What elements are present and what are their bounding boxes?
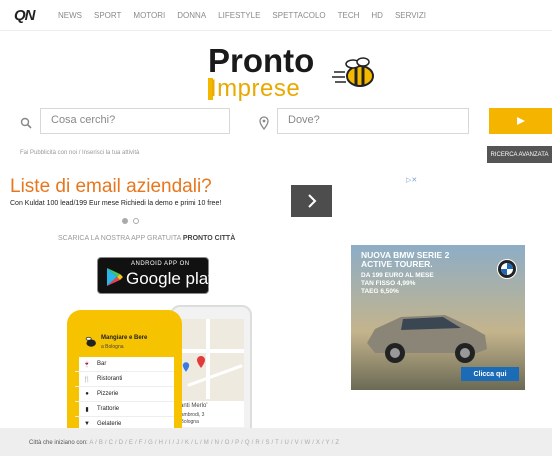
ad-carousel-dots <box>122 218 139 224</box>
search-icon <box>20 117 32 129</box>
pronto-imprese-logo[interactable]: Pronto Imprese <box>208 42 383 104</box>
map-preview: ranti Merlo' gambrodi, 3 i Bologna <box>176 319 244 427</box>
map-place-name: ranti Merlo' <box>178 403 208 409</box>
advanced-search-button[interactable]: RICERCA AVANZATA <box>487 146 552 163</box>
menu-item-trattorie: ▮ Trattorie <box>75 402 174 417</box>
nav-menu: NEWS SPORT MOTORI DONNA LIFESTYLE SPETTA… <box>58 11 426 20</box>
nav-item-donna[interactable]: DONNA <box>177 11 206 20</box>
app-download-text: SCARICA LA NOSTRA APP GRATUITA PRONTO CI… <box>58 235 235 242</box>
menu-item-label: Ristoranti <box>97 376 123 382</box>
google-play-badge[interactable]: ANDROID APP ON Google play <box>97 257 217 294</box>
app-header-title: Mangiare e Bere <box>101 335 148 341</box>
cities-alphabet-bar: Città che iniziano con: A / B / C / D / … <box>0 428 552 456</box>
top-nav-bar: QN NEWS SPORT MOTORI DONNA LIFESTYLE SPE… <box>0 0 552 31</box>
bmw-cta-button[interactable]: Clicca qui <box>461 367 519 381</box>
brand-subtitle: Imprese <box>210 75 301 102</box>
map-road <box>206 319 210 399</box>
ad-title[interactable]: Liste di email aziendali? <box>10 176 212 198</box>
google-play-caption: ANDROID APP ON <box>131 261 190 267</box>
ad-description: Con Kuldat 100 lead/199 Eur mese Richied… <box>10 200 222 207</box>
menu-item-label: Gelaterie <box>97 421 122 427</box>
app-promo-prefix: SCARICA LA NOSTRA APP GRATUITA <box>58 235 181 242</box>
bee-icon <box>85 336 96 347</box>
bottle-icon: ▮ <box>85 406 89 413</box>
phone-screen: Mangiare e Bere a Bologna 🍷 Bar 🍴 Ristor… <box>75 327 174 433</box>
search-submit-button[interactable] <box>489 108 552 134</box>
bmw-logo-icon <box>497 259 517 279</box>
nav-item-tech[interactable]: TECH <box>338 11 360 20</box>
location-pin-icon <box>259 116 269 130</box>
advertise-links[interactable]: Fai Pubblicità con noi / Inserisci la tu… <box>20 150 139 156</box>
ad-next-button[interactable] <box>291 185 332 217</box>
map-road <box>176 349 244 353</box>
nav-item-motori[interactable]: MOTORI <box>133 11 165 20</box>
bee-icon <box>332 57 374 87</box>
where-search-input[interactable]: Dove? <box>277 108 469 134</box>
nav-item-hd[interactable]: HD <box>371 11 383 20</box>
qn-logo[interactable]: QN <box>14 8 48 24</box>
cutlery-icon: 🍴 <box>83 376 91 383</box>
phone-map-mockup: ranti Merlo' gambrodi, 3 i Bologna <box>170 305 252 437</box>
play-arrow-icon <box>516 117 525 125</box>
map-pin-icon <box>182 362 190 372</box>
menu-item-label: Pizzerie <box>97 391 119 397</box>
google-play-icon <box>107 268 123 286</box>
app-header-subtitle: a Bologna <box>101 344 124 350</box>
menu-item-bar: 🍷 Bar <box>75 357 174 372</box>
glass-icon: 🍷 <box>83 361 91 368</box>
pizza-icon: ● <box>85 391 89 397</box>
menu-item-pizzerie: ● Pizzerie <box>75 387 174 402</box>
bmw-ad-headline: NUOVA BMW SERIE 2 ACTIVE TOURER. <box>361 250 450 269</box>
what-search-input[interactable]: Cosa cerchi? <box>40 108 230 134</box>
phone-app-mockup: Mangiare e Bere a Bologna 🍷 Bar 🍴 Ristor… <box>67 310 182 433</box>
nav-item-lifestyle[interactable]: LIFESTYLE <box>218 11 260 20</box>
nav-item-sport[interactable]: SPORT <box>94 11 121 20</box>
menu-item-ristoranti: 🍴 Ristoranti <box>75 372 174 387</box>
cities-letter-links[interactable]: A / B / C / D / E / F / G / H / I / J / … <box>89 440 339 446</box>
cities-label: Città che iniziano con: <box>29 440 88 446</box>
chevron-right-icon <box>307 194 316 208</box>
bmw-ad-offer: DA 199 EURO AL MESE TAN FISSO 4,99% TAEG… <box>361 272 434 295</box>
nav-item-servizi[interactable]: SERVIZI <box>395 11 426 20</box>
google-play-label: Google play <box>126 269 217 288</box>
carousel-dot[interactable] <box>133 218 139 224</box>
nav-item-spettacolo[interactable]: SPETTACOLO <box>272 11 325 20</box>
icecream-icon: ▼ <box>84 421 90 427</box>
carousel-dot-active[interactable] <box>122 218 128 224</box>
app-promo-name: PRONTO CITTÀ <box>182 235 236 242</box>
car-image <box>367 315 487 363</box>
menu-item-label: Bar <box>97 361 107 367</box>
app-header: Mangiare e Bere a Bologna <box>75 327 174 357</box>
menu-item-label: Trattorie <box>97 406 120 412</box>
map-pin-icon <box>197 356 205 368</box>
adchoices-icon[interactable]: ▷✕ <box>406 176 417 184</box>
cities-index: Città che iniziano con: A / B / C / D / … <box>29 440 339 446</box>
bmw-banner-ad[interactable]: NUOVA BMW SERIE 2 ACTIVE TOURER. DA 199 … <box>351 245 525 390</box>
nav-item-news[interactable]: NEWS <box>58 11 82 20</box>
